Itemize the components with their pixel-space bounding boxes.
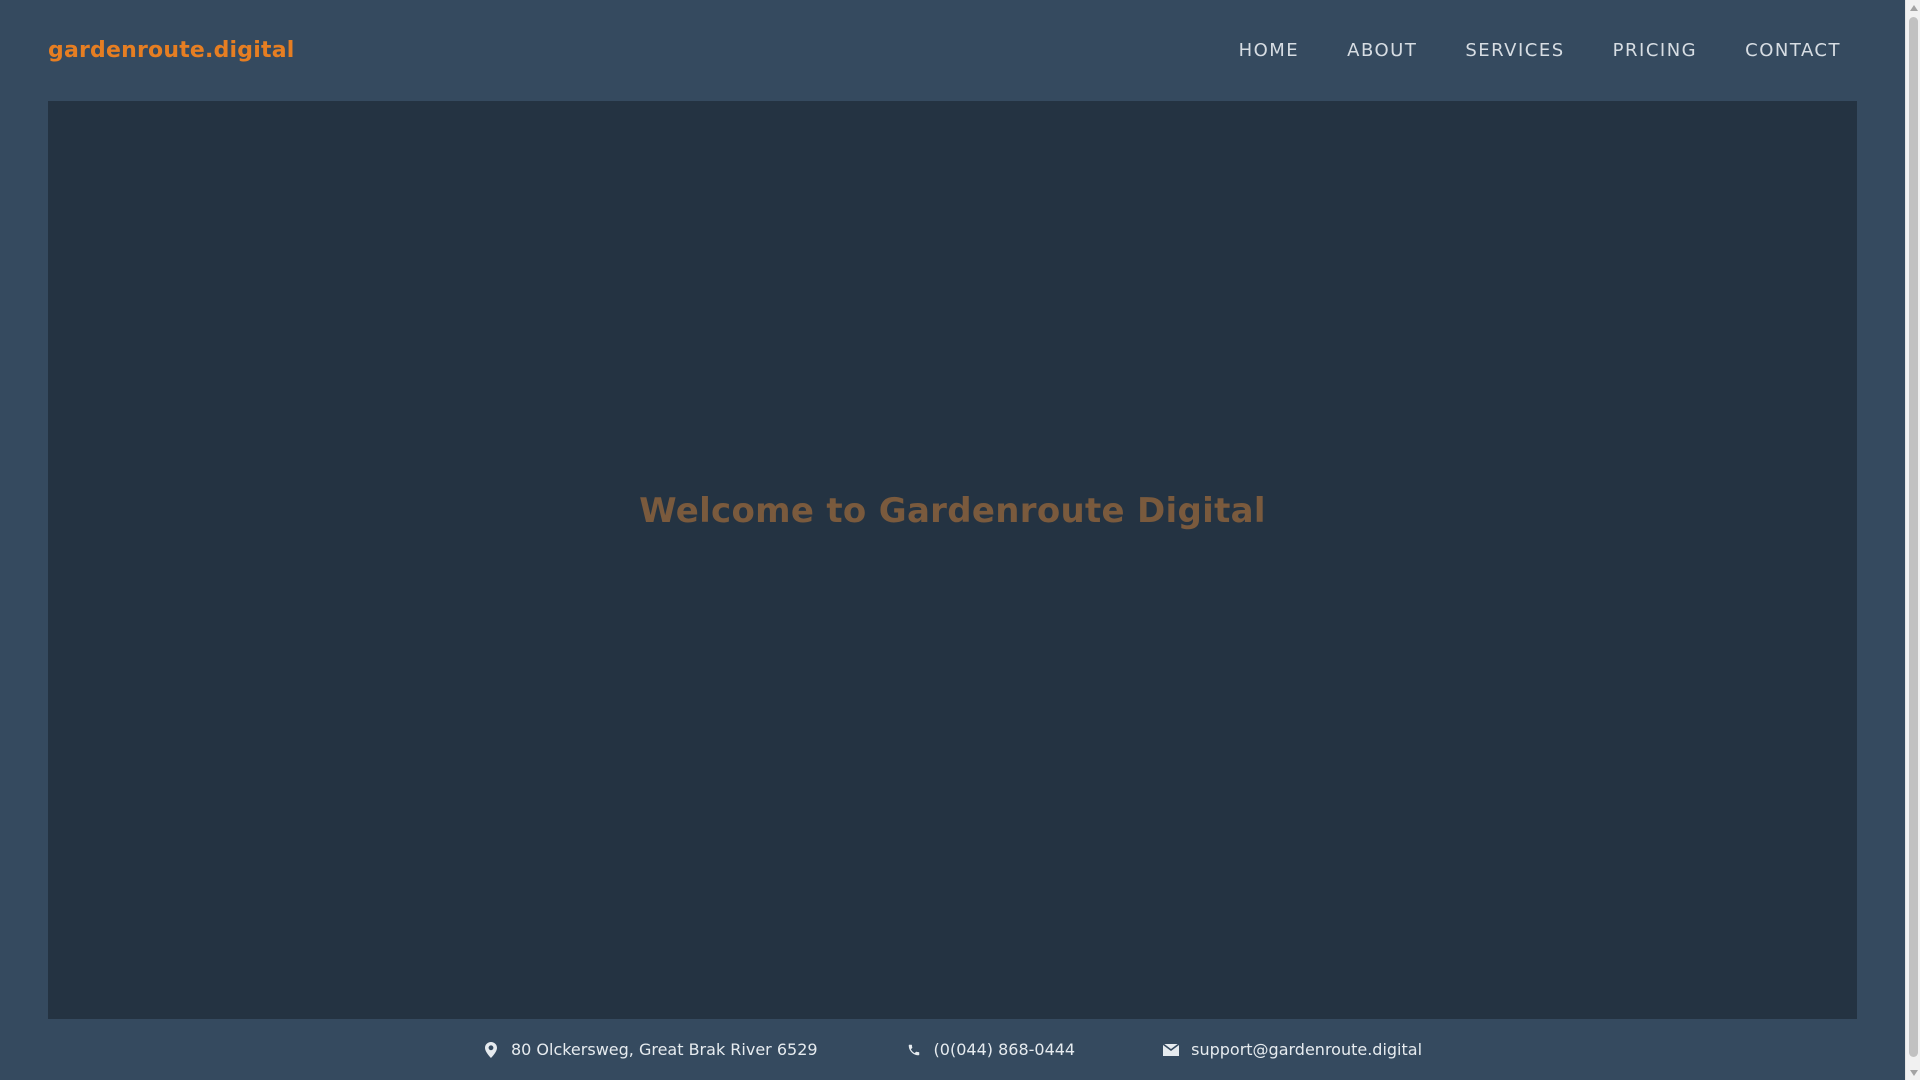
contact-address-text: 80 Olckersweg, Great Brak River 6529	[510, 1040, 818, 1059]
navbar: gardenroute.digital HOME ABOUT SERVICES …	[0, 0, 1905, 100]
page: gardenroute.digital HOME ABOUT SERVICES …	[0, 0, 1920, 1080]
nav-home-link[interactable]: HOME	[1215, 30, 1324, 71]
main-nav: HOME ABOUT SERVICES PRICING CONTACT	[1215, 30, 1857, 71]
nav-contact-link[interactable]: CONTACT	[1721, 30, 1857, 71]
mail-icon	[1163, 1042, 1180, 1058]
phone-icon	[906, 1042, 922, 1058]
contact-bar: 80 Olckersweg, Great Brak River 6529 (0(…	[0, 1019, 1905, 1080]
scrollbar-thumb[interactable]	[1909, 17, 1918, 1057]
contact-phone[interactable]: (0(044) 868-0444	[906, 1040, 1076, 1059]
contact-email[interactable]: support@gardenroute.digital	[1163, 1040, 1422, 1059]
contact-email-text[interactable]: support@gardenroute.digital	[1191, 1040, 1422, 1059]
brand-logo-link[interactable]: gardenroute.digital	[48, 38, 294, 63]
nav-services-link[interactable]: SERVICES	[1441, 30, 1588, 71]
nav-pricing-link[interactable]: PRICING	[1589, 30, 1721, 71]
hero-section: Welcome to Gardenroute Digital	[48, 101, 1857, 1019]
vertical-scrollbar[interactable]	[1905, 0, 1920, 1080]
contact-address: 80 Olckersweg, Great Brak River 6529	[483, 1040, 818, 1059]
contact-phone-text[interactable]: (0(044) 868-0444	[934, 1040, 1076, 1059]
scroll-up-arrow-icon[interactable]	[1906, 0, 1920, 15]
scroll-down-arrow-icon[interactable]	[1906, 1065, 1920, 1080]
hero-title: Welcome to Gardenroute Digital	[639, 491, 1266, 531]
nav-about-link[interactable]: ABOUT	[1323, 30, 1441, 71]
map-pin-icon	[483, 1041, 499, 1058]
